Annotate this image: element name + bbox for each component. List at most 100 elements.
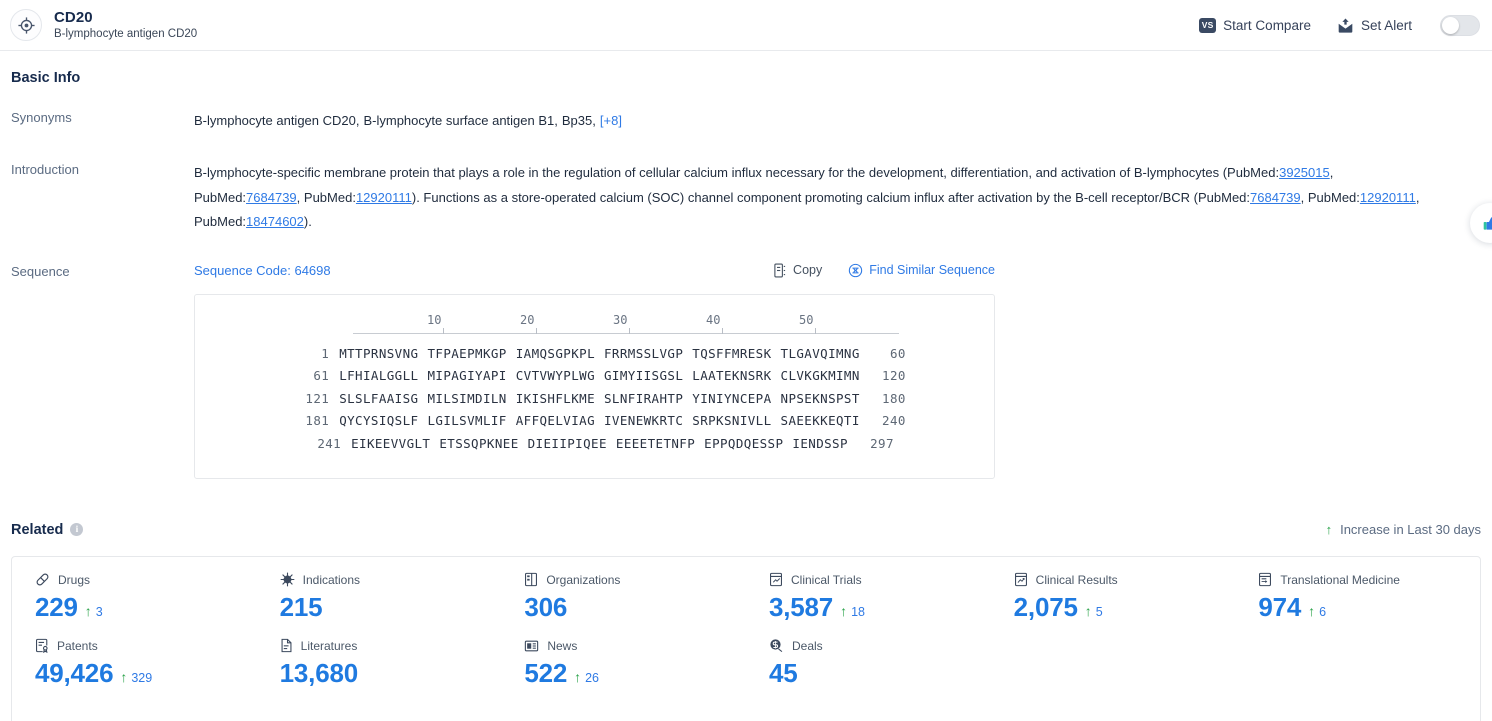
intro-part-1: B-lymphocyte-specific membrane protein t… xyxy=(194,165,1280,180)
clinical-result-icon xyxy=(1014,572,1028,587)
synonyms-label: Synonyms xyxy=(11,110,72,125)
increase-arrow-icon: ↑ xyxy=(120,668,128,685)
seq-chunk: IVENEWKRTC xyxy=(604,413,684,428)
pubmed-link-3925015[interactable]: 3925015 xyxy=(1279,165,1330,180)
seq-start-index: 1 xyxy=(321,345,330,361)
seq-start-index: 241 xyxy=(317,435,342,451)
seq-chunk: EPPQDQESSP xyxy=(704,435,784,451)
seq-chunk: LAATEKNSRK xyxy=(692,368,772,383)
sequence-text: 10 20 30 40 50 1 MTTPRNSVNG TFPAEPMKGP I… xyxy=(195,313,994,456)
seq-chunks: SLSLFAAISG MILSIMDILN IKISHFLKME SLNFIRA… xyxy=(339,388,860,411)
seq-start-index: 181 xyxy=(305,413,330,428)
seq-chunk: NPSEKNSPST xyxy=(780,390,860,406)
sequence-code-link[interactable]: Sequence Code: 64698 xyxy=(194,263,331,278)
related-stats-grid: Drugs 229 ↑ 3 Indications 215 Organizati… xyxy=(12,571,1480,689)
stat-clinical-results[interactable]: Clinical Results 2,075 ↑ 5 xyxy=(991,571,1236,623)
find-similar-label: Find Similar Sequence xyxy=(869,263,995,277)
seq-chunk: TQSFFMRESK xyxy=(692,345,772,361)
related-stats-card: Drugs 229 ↑ 3 Indications 215 Organizati… xyxy=(11,555,1481,721)
sequence-ruler: 10 20 30 40 50 xyxy=(352,312,899,343)
introduction-row: Introduction B-lymphocyte-specific membr… xyxy=(11,161,1492,235)
header-title-group: CD20 B-lymphocyte antigen CD20 xyxy=(54,9,197,42)
seq-chunk: TFPAEPMKGP xyxy=(427,345,507,361)
stat-label: Literatures xyxy=(300,638,358,653)
seq-start-index: 61 xyxy=(313,368,330,383)
synonyms-more-button[interactable]: [+8] xyxy=(600,113,622,128)
basic-info-title: Basic Info xyxy=(11,70,81,86)
find-similar-sequence-button[interactable]: Find Similar Sequence xyxy=(848,263,995,278)
intro-part-3: , PubMed: xyxy=(296,189,356,205)
related-title: Related xyxy=(11,521,64,538)
sequence-ruler-row: 10 20 30 40 50 xyxy=(195,313,994,343)
literature-icon xyxy=(280,638,293,653)
seq-chunks: EIKEEVVGLT ETSSQPKNEE DIEIIPIQEE EEEETET… xyxy=(351,433,848,456)
stat-organizations[interactable]: Organizations 306 xyxy=(501,571,746,623)
pubmed-link-12920111[interactable]: 12920111 xyxy=(356,190,412,205)
seq-chunk: SRPKSNIVLL xyxy=(692,413,772,428)
stat-label: Clinical Results xyxy=(1035,572,1118,587)
stat-drugs[interactable]: Drugs 229 ↑ 3 xyxy=(12,571,257,623)
sequence-lines: 1 MTTPRNSVNG TFPAEPMKGP IAMQSGPKPL FRRMS… xyxy=(195,343,994,456)
seq-chunk: TLGAVQIMNG xyxy=(780,345,860,361)
pubmed-link-18474602[interactable]: 18474602 xyxy=(246,214,304,229)
stat-value: 215 xyxy=(279,591,323,622)
stat-news[interactable]: News 522 ↑ 26 xyxy=(501,637,746,689)
stat-deals[interactable]: Deals 45 xyxy=(746,637,991,689)
seq-end-index: 120 xyxy=(882,368,906,383)
sequence-box: 10 20 30 40 50 1 MTTPRNSVNG TFPAEPMKGP I… xyxy=(194,293,995,479)
set-alert-button[interactable]: Set Alert xyxy=(1337,18,1412,33)
increase-arrow-icon: ↑ xyxy=(1325,522,1333,537)
pubmed-link-7684739[interactable]: 7684739 xyxy=(246,190,297,205)
similar-sequence-icon xyxy=(848,263,863,278)
intro-part-4: ). Functions as a store-operated calcium… xyxy=(411,189,1251,205)
stat-clinical-trials[interactable]: Clinical Trials 3,587 ↑ 18 xyxy=(746,571,991,623)
stat-delta: ↑ 5 xyxy=(1085,604,1103,619)
start-compare-button[interactable]: VS Start Compare xyxy=(1199,17,1311,33)
patent-icon xyxy=(35,638,49,653)
stat-translational-medicine[interactable]: Translational Medicine 974 ↑ 6 xyxy=(1235,571,1480,623)
introduction-label: Introduction xyxy=(11,162,79,177)
introduction-text: B-lymphocyte-specific membrane protein t… xyxy=(194,161,1440,235)
virus-icon xyxy=(280,572,295,587)
ruler-baseline xyxy=(352,332,899,334)
seq-chunk: QYCYSIQSLF xyxy=(339,413,419,428)
target-crosshair-icon xyxy=(10,9,42,41)
seq-chunk: SLSLFAAISG xyxy=(339,390,419,406)
increase-arrow-icon: ↑ xyxy=(840,602,848,619)
stat-delta: ↑ 6 xyxy=(1308,604,1326,619)
seq-chunk: MILSIMDILN xyxy=(427,390,507,406)
intro-part-5: , PubMed: xyxy=(1300,189,1360,205)
seq-chunk: LGILSVMLIF xyxy=(427,413,507,428)
seq-chunk: EEEETETNFP xyxy=(615,435,696,451)
stat-indications[interactable]: Indications 215 xyxy=(257,571,502,623)
increase-arrow-icon: ↑ xyxy=(84,602,92,619)
app-header: CD20 B-lymphocyte antigen CD20 VS Start … xyxy=(0,0,1492,51)
ruler-tick-20: 20 xyxy=(520,312,535,327)
feedback-thumb-icon xyxy=(1482,215,1492,232)
intro-part-7: ). xyxy=(303,214,312,229)
pubmed-link-12920111-b[interactable]: 12920111 xyxy=(1360,190,1416,205)
sequence-line: 61 LFHIALGGLL MIPAGIYAPI CVTVWYPLWG GIMY… xyxy=(195,365,994,388)
seq-chunk: MTTPRNSVNG xyxy=(339,345,419,361)
sequence-header: Sequence Code: 64698 Copy Find Similar S… xyxy=(194,263,995,278)
alert-toggle[interactable] xyxy=(1440,14,1480,36)
stat-patents[interactable]: Patents 49,426 ↑ 329 xyxy=(12,637,257,689)
stat-value: 45 xyxy=(769,657,798,688)
stat-value: 522 xyxy=(524,657,568,688)
copy-button[interactable]: Copy xyxy=(773,262,822,278)
ruler-tick-40: 40 xyxy=(706,312,721,327)
seq-chunk: SAEEKKEQTI xyxy=(780,413,860,428)
stat-literatures[interactable]: Literatures 13,680 xyxy=(257,637,502,689)
seq-chunks: MTTPRNSVNG TFPAEPMKGP IAMQSGPKPL FRRMSSL… xyxy=(339,343,860,366)
pubmed-link-7684739-b[interactable]: 7684739 xyxy=(1250,190,1301,205)
info-icon[interactable]: i xyxy=(70,523,84,536)
seq-chunk: FRRMSSLVGP xyxy=(604,345,684,361)
increase-legend-label: Increase in Last 30 days xyxy=(1340,522,1481,537)
sequence-tools: Copy Find Similar Sequence xyxy=(773,262,995,278)
delta-value: 3 xyxy=(95,604,103,619)
stat-label: Clinical Trials xyxy=(791,572,862,587)
stat-value: 306 xyxy=(524,591,568,622)
stat-delta: ↑ 3 xyxy=(85,604,103,619)
synonym-item-1: B-lymphocyte surface antigen B1 xyxy=(363,113,555,128)
related-header: Related i ↑ Increase in Last 30 days xyxy=(11,519,1481,541)
